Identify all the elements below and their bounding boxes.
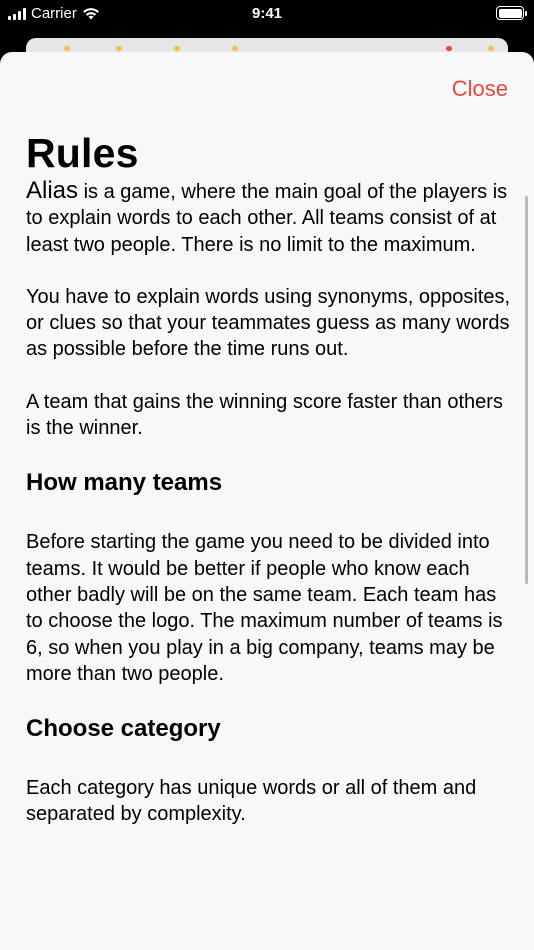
intro-paragraph: Alias is a game, where the main goal of … bbox=[26, 177, 510, 258]
intro-text: is a game, where the main goal of the pl… bbox=[26, 181, 508, 256]
decor-dot bbox=[116, 46, 122, 51]
decor-dot bbox=[488, 46, 494, 51]
section-heading-teams: How many teams bbox=[26, 469, 223, 497]
section-heading-category: Choose category bbox=[26, 715, 221, 743]
decor-dot bbox=[232, 46, 238, 51]
rules-content: Alias is a game, where the main goal of … bbox=[26, 177, 510, 854]
explain-paragraph: You have to explain words using synonyms… bbox=[26, 285, 510, 361]
teams-paragraph: Before starting the game you need to be … bbox=[26, 531, 503, 685]
category-paragraph: Each category has unique words or all of… bbox=[26, 777, 477, 826]
winner-paragraph: A team that gains the winning score fast… bbox=[26, 390, 503, 440]
battery-icon bbox=[496, 6, 527, 20]
decor-dot bbox=[174, 46, 180, 51]
status-time: 9:41 bbox=[251, 5, 283, 22]
page-title: Rules bbox=[26, 130, 139, 176]
scroll-indicator[interactable] bbox=[525, 196, 528, 584]
decor-dot bbox=[64, 46, 70, 51]
close-button[interactable]: Close bbox=[452, 76, 508, 102]
decor-dot bbox=[446, 46, 452, 51]
rules-sheet: Close Rules Alias is a game, where the m… bbox=[0, 52, 534, 950]
lead-word: Alias bbox=[26, 177, 79, 204]
status-bar: Carrier 9:41 bbox=[0, 0, 534, 28]
